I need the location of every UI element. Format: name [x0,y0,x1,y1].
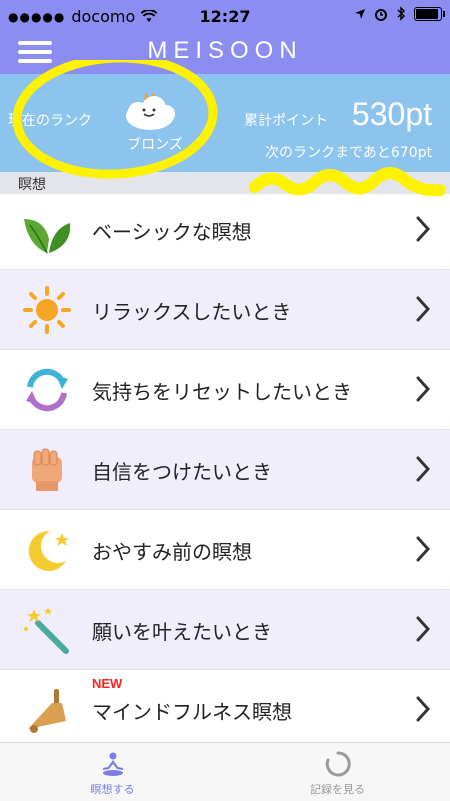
menu-item-reset[interactable]: 気持ちをリセットしたいとき [0,350,450,430]
menu-item-relax[interactable]: リラックスしたいとき [0,270,450,350]
menu-item-wish[interactable]: 願いを叶えたいとき [0,590,450,670]
magic-wand-icon [24,607,69,654]
menu-item-basic[interactable]: ベーシックな瞑想 [0,190,450,270]
current-rank-label: 現在のランク [8,113,92,129]
refresh-icon [26,368,68,412]
chevron-right-icon [416,616,430,642]
menu-item-label: おやすみ前の瞑想 [92,540,252,564]
chevron-right-icon [416,296,430,322]
menu-item-mindfulness[interactable]: NEW マインドフルネス瞑想 [0,670,450,750]
menu-item-label: 自信をつけたいとき [92,460,272,484]
chevron-right-icon [416,536,430,562]
tab-label: 瞑想する [90,783,135,796]
menu-item-label: 願いを叶えたいとき [92,620,272,644]
status-bar: ●●●●● docomo 12:27 [0,0,450,32]
battery-icon [414,6,445,21]
menu-item-label: ベーシックな瞑想 [92,220,252,244]
tab-meditate[interactable]: 瞑想する [0,743,225,801]
rank-name: ブロンズ [127,137,183,153]
status-icons [354,6,445,21]
new-badge: NEW [92,676,123,691]
tab-bar: 瞑想する 記録を見る [0,742,450,801]
sun-icon [23,286,71,334]
bell-icon [28,689,66,733]
menu-item-sleep[interactable]: おやすみ前の瞑想 [0,510,450,590]
menu-item-label: 気持ちをリセットしたいとき [92,380,352,404]
chevron-right-icon [416,456,430,482]
loading-icon [325,751,351,777]
fist-icon [32,448,62,491]
location-icon [355,8,365,19]
bluetooth-icon [397,6,406,21]
tab-records[interactable]: 記録を見る [225,743,450,801]
leaves-icon [24,219,71,254]
chevron-right-icon [416,216,430,242]
alarm-icon [375,8,387,21]
rank-panel: 現在のランク ブロンズ 累計ポイント 530pt 次のランクまであと670pt [0,74,450,172]
tab-label: 記録を見る [310,783,365,796]
app-title: MEISOON [147,37,303,64]
next-rank-text: 次のランクまであと670pt [265,145,432,161]
menu-item-label: リラックスしたいとき [92,300,292,324]
total-points-value: 530pt [351,96,432,132]
menu-item-confidence[interactable]: 自信をつけたいとき [0,430,450,510]
total-points-label: 累計ポイント [244,113,328,129]
moon-icon [28,530,69,571]
cloud-mascot-icon [126,92,175,130]
meditation-menu-list: ベーシックな瞑想 リラックスしたいとき 気持ちをリセットしたいとき 自信をつけた… [0,190,450,750]
chevron-right-icon [416,696,430,722]
meditation-icon [103,752,123,776]
chevron-right-icon [416,376,430,402]
menu-item-label: マインドフルネス瞑想 [92,700,292,724]
app-header: MEISOON [0,32,450,74]
